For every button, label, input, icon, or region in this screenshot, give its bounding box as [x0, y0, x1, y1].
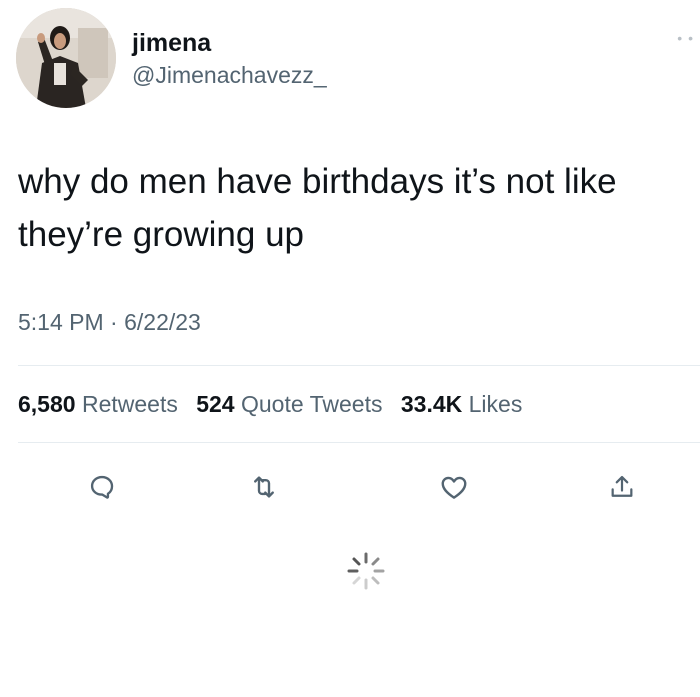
reply-icon — [90, 475, 114, 499]
avatar-photo — [16, 8, 116, 108]
likes-count: 33.4K — [400, 391, 463, 417]
display-name[interactable]: jimena — [132, 28, 327, 58]
quotes-label: Quote Tweets — [240, 391, 383, 417]
like-button[interactable] — [434, 467, 474, 507]
tweet-header: jimena @Jimenachavezz_ — [16, 8, 327, 108]
tweet-stats: 6,580 Retweets 524 Quote Tweets 33.4K Li… — [18, 391, 534, 418]
quotes-count: 524 — [196, 391, 235, 417]
heart-icon — [441, 476, 467, 499]
retweets-label: Retweets — [81, 391, 178, 417]
user-handle[interactable]: @Jimenachavezz_ — [132, 60, 327, 90]
retweet-button[interactable] — [244, 467, 284, 507]
retweets-stat[interactable]: 6,580 Retweets — [18, 391, 178, 417]
user-names: jimena @Jimenachavezz_ — [132, 28, 327, 90]
avatar[interactable] — [16, 8, 116, 108]
more-options-icon[interactable]: • • — [677, 30, 694, 46]
action-bar — [0, 467, 700, 507]
quotes-stat[interactable]: 524 Quote Tweets — [196, 391, 382, 417]
share-icon — [611, 475, 633, 497]
retweets-count: 6,580 — [18, 391, 76, 417]
loading-spinner-icon — [347, 552, 385, 590]
share-button[interactable] — [602, 467, 642, 507]
likes-stat[interactable]: 33.4K Likes — [401, 391, 522, 417]
retweet-icon — [254, 476, 274, 498]
tweet-timestamp[interactable]: 5:14 PM · 6/22/23 — [18, 309, 201, 336]
reply-button[interactable] — [82, 467, 122, 507]
divider-bottom — [18, 442, 700, 443]
likes-label: Likes — [468, 391, 523, 417]
tweet-text: why do men have birthdays it’s not like … — [18, 162, 617, 254]
divider-top — [18, 365, 700, 366]
